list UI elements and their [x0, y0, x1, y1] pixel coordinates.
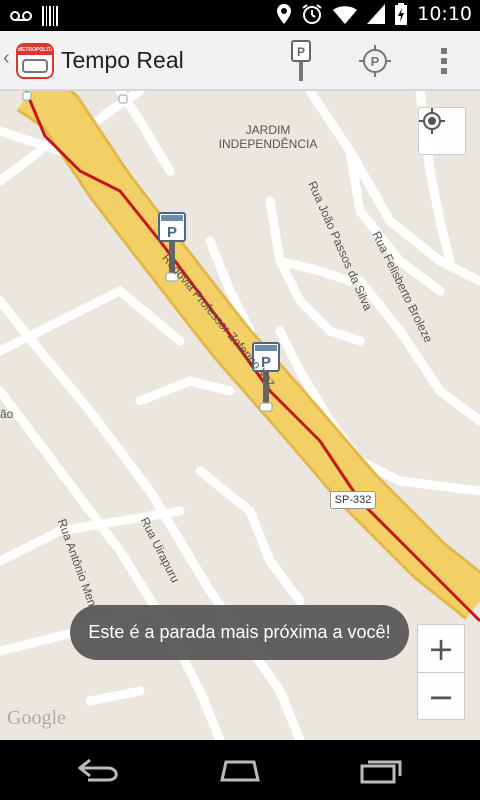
bus-stop-button[interactable]: P — [277, 37, 325, 85]
toast-message: Este é a parada mais próxima a você! — [70, 605, 409, 660]
location-icon — [277, 4, 292, 24]
zoom-out-button[interactable]: − — [418, 673, 464, 720]
signal-icon — [367, 4, 386, 24]
wifi-icon — [333, 6, 358, 24]
recents-button[interactable] — [352, 754, 412, 786]
nearest-stop-button[interactable]: P — [351, 37, 399, 85]
neighborhood-label: JARDIM INDEPENDÊNCIA — [218, 123, 318, 151]
home-button[interactable] — [210, 754, 270, 786]
overflow-menu-icon — [441, 48, 447, 74]
app-logo[interactable]: METROPOLITANO — [16, 43, 54, 79]
battery-charging-icon — [395, 3, 408, 25]
location-pin-icon: P — [359, 45, 391, 77]
street-label-edge: ão — [0, 407, 14, 421]
back-button[interactable] — [70, 754, 130, 786]
my-location-icon — [419, 108, 445, 134]
google-logo: Google — [7, 707, 66, 729]
alarm-icon — [302, 4, 322, 24]
up-caret-icon[interactable]: ‹ — [3, 47, 10, 70]
svg-text:P: P — [167, 224, 177, 241]
bus-logo-icon — [22, 59, 48, 73]
bus-marker-icon — [118, 94, 128, 104]
barcode-icon — [42, 6, 58, 26]
overflow-menu-button[interactable] — [420, 37, 468, 85]
back-icon — [78, 758, 118, 782]
my-location-button[interactable] — [418, 107, 466, 155]
home-icon — [220, 760, 260, 782]
zoom-controls: + − — [417, 624, 465, 720]
action-bar: ‹ METROPOLITANO Tempo Real P P — [0, 31, 480, 91]
clock: 10:10 — [417, 3, 472, 25]
map-view[interactable]: P P JARDIM INDEPENDÊNCIA Rua João Passos… — [0, 91, 480, 740]
bus-marker-icon — [22, 91, 32, 101]
page-title: Tempo Real — [61, 47, 184, 73]
zoom-in-button[interactable]: + — [418, 625, 464, 672]
svg-text:P: P — [297, 45, 305, 59]
bus-stop-icon: P — [291, 40, 311, 81]
navigation-bar — [0, 740, 480, 800]
voicemail-icon — [10, 11, 32, 21]
status-bar: 10:10 — [0, 0, 480, 31]
recents-icon — [360, 760, 402, 784]
svg-text:P: P — [371, 54, 380, 69]
app-logo-text: METROPOLITANO — [18, 45, 54, 55]
route-shield: SP-332 — [330, 491, 376, 509]
